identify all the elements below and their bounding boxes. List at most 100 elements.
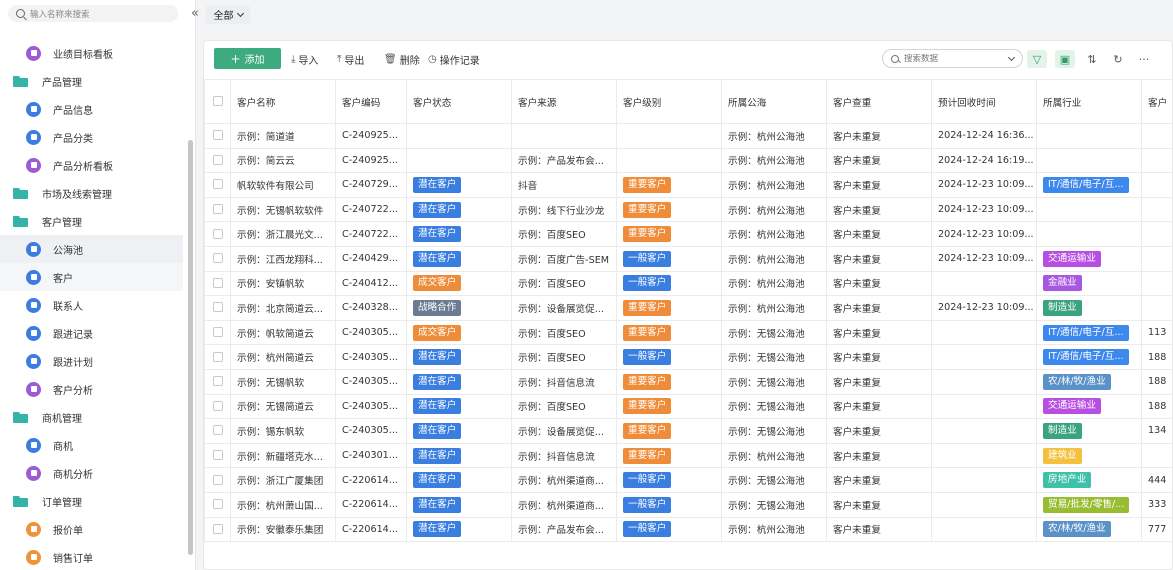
table-row[interactable]: 示例：无锡帆软软件 C-240722... 潜在客户 示例：线下行业沙龙 重要客户 示例：…: [204, 196, 1173, 223]
select-all-cell[interactable]: [204, 79, 231, 124]
sidebar-search-input[interactable]: 输入名称来搜索: [8, 5, 178, 22]
sidebar-group-5[interactable]: 市场及线索管理: [0, 179, 183, 207]
row-select-cell[interactable]: [204, 319, 231, 346]
row-checkbox[interactable]: [212, 179, 223, 190]
collapse-sidebar-button[interactable]: «: [188, 6, 202, 21]
row-select-cell[interactable]: [204, 368, 231, 395]
sidebar-group-13[interactable]: 商机管理: [0, 403, 183, 431]
table-row[interactable]: 示例：安镇帆软 C-240412... 成交客户 示例：百度SEO 一般客户 示例：杭州公…: [204, 270, 1173, 297]
row-checkbox[interactable]: [212, 351, 223, 362]
sidebar-item-15[interactable]: 商机分析: [0, 459, 183, 487]
table-row[interactable]: 示例：浙江晨光文... C-240722... 潜在客户 示例：百度SEO 重要客户 示例…: [204, 221, 1173, 247]
table-search[interactable]: [882, 49, 1023, 68]
more-icon[interactable]: ···: [1134, 50, 1154, 68]
row-checkbox[interactable]: [212, 228, 223, 239]
header-industry[interactable]: 所属行业: [1036, 79, 1142, 124]
row-checkbox[interactable]: [212, 425, 223, 436]
row-select-cell[interactable]: [204, 467, 231, 493]
delete-button[interactable]: 🗑 删除: [384, 52, 420, 67]
table-search-input[interactable]: [904, 53, 999, 64]
table-row[interactable]: 示例：北京简道云... C-240328... 战略合作 示例：设备展览促... 重要客…: [204, 295, 1173, 321]
header-customer-name[interactable]: 客户名称: [230, 79, 336, 124]
import-button[interactable]: ⤓ 导入: [291, 52, 318, 67]
sort-icon[interactable]: ⇅: [1082, 50, 1102, 68]
row-select-cell[interactable]: [204, 393, 231, 420]
sidebar-item-17[interactable]: 报价单: [0, 515, 183, 543]
sidebar-item-11[interactable]: 跟进计划: [0, 347, 183, 375]
row-checkbox[interactable]: [212, 130, 223, 141]
table-row[interactable]: 示例：杭州简道云 C-240305... 潜在客户 示例：百度SEO 一般客户 示例：无锡…: [204, 344, 1173, 370]
row-select-cell[interactable]: [204, 196, 231, 223]
operation-log-button[interactable]: ◷ 操作记录: [428, 52, 480, 67]
sidebar-item-7[interactable]: 公海池: [0, 235, 183, 263]
row-checkbox[interactable]: [212, 376, 223, 387]
header-customer-extra[interactable]: 客户: [1141, 79, 1173, 124]
sidebar-item-14[interactable]: 商机: [0, 431, 183, 459]
header-duplicate-check[interactable]: 客户查重: [826, 79, 932, 124]
row-checkbox[interactable]: [212, 523, 223, 534]
header-expected-recycle-time[interactable]: 预计回收时间: [931, 79, 1037, 124]
header-customer-code[interactable]: 客户编码: [335, 79, 407, 124]
cell-name: 示例：北京简道云...: [230, 295, 336, 321]
table-row[interactable]: 示例：浙江广厦集团 C-220614... 潜在客户 示例：杭州渠道商... 一般客户 示…: [204, 467, 1173, 493]
table-row[interactable]: 示例：杭州萧山国... C-220614... 潜在客户 示例：杭州渠道商... 一般客…: [204, 491, 1173, 518]
table-row[interactable]: 帆软软件有限公司 C-240729... 潜在客户 抖音 重要客户 示例：杭州公海池 客户未…: [204, 172, 1173, 198]
sidebar-item-9[interactable]: 联系人: [0, 291, 183, 319]
sidebar-group-1[interactable]: 产品管理: [0, 67, 183, 95]
header-public-pool[interactable]: 所属公海: [721, 79, 827, 124]
header-customer-source[interactable]: 客户来源: [511, 79, 617, 124]
filter-icon[interactable]: ▽: [1027, 50, 1047, 68]
sidebar-item-10[interactable]: 跟进记录: [0, 319, 183, 347]
sidebar-scrollbar[interactable]: [188, 140, 193, 555]
sidebar-item-8[interactable]: 客户: [0, 263, 183, 291]
table-row[interactable]: 示例：无锡帆软 C-240305... 潜在客户 示例：抖音信息流 重要客户 示例：无锡公…: [204, 368, 1173, 395]
cell-level: 重要客户: [616, 319, 722, 346]
table-row[interactable]: 示例：锡东帆软 C-240305... 潜在客户 示例：设备展览促... 重要客户 示例：…: [204, 418, 1173, 444]
row-select-cell[interactable]: [204, 123, 231, 149]
sidebar-item-18[interactable]: 销售订单: [0, 543, 183, 570]
row-checkbox[interactable]: [212, 499, 223, 510]
row-select-cell[interactable]: [204, 147, 231, 174]
row-checkbox[interactable]: [212, 253, 223, 264]
row-select-cell[interactable]: [204, 491, 231, 518]
card-view-icon[interactable]: ▣: [1055, 50, 1075, 68]
row-checkbox[interactable]: [212, 154, 223, 165]
row-checkbox[interactable]: [212, 400, 223, 411]
add-button[interactable]: + 添加: [214, 48, 281, 69]
header-customer-level[interactable]: 客户级别: [616, 79, 722, 124]
sidebar-item-4[interactable]: 产品分析看板: [0, 151, 183, 179]
table-row[interactable]: 示例：新疆塔克水... C-240301... 潜在客户 示例：抖音信息流 重要客户 示例…: [204, 442, 1173, 469]
row-select-cell[interactable]: [204, 418, 231, 444]
sidebar-item-12[interactable]: 客户分析: [0, 375, 183, 403]
row-checkbox[interactable]: [212, 302, 223, 313]
table-row[interactable]: 示例：帆软简道云 C-240305... 成交客户 示例：百度SEO 重要客户 示例：无锡…: [204, 319, 1173, 346]
row-select-cell[interactable]: [204, 295, 231, 321]
table-row[interactable]: 示例：江西龙翔科... C-240429... 潜在客户 示例：百度广告-SEM 一般客…: [204, 245, 1173, 272]
row-select-cell[interactable]: [204, 344, 231, 370]
table-row[interactable]: 示例：简道道 C-240925... 示例：杭州公海池 客户未重复 2024-12-24…: [204, 123, 1173, 149]
export-button[interactable]: ⤒ 导出: [337, 52, 364, 67]
table-row[interactable]: 示例：安徽泰乐集团 C-220614... 潜在客户 示例：产品发布会... 一般客户 示…: [204, 516, 1173, 543]
sidebar-group-16[interactable]: 订单管理: [0, 487, 183, 515]
row-select-cell[interactable]: [204, 270, 231, 297]
table-row[interactable]: 示例：无锡简道云 C-240305... 潜在客户 示例：百度SEO 重要客户 示例：无锡…: [204, 393, 1173, 420]
row-select-cell[interactable]: [204, 442, 231, 469]
row-checkbox[interactable]: [212, 474, 223, 485]
refresh-icon[interactable]: ↻: [1108, 50, 1128, 68]
row-select-cell[interactable]: [204, 172, 231, 198]
view-filter-dropdown[interactable]: 全部: [206, 5, 250, 24]
table-row[interactable]: 示例：简云云 C-240925... 示例：产品发布会... 示例：杭州公海池 客户未重…: [204, 147, 1173, 174]
row-select-cell[interactable]: [204, 516, 231, 543]
row-checkbox[interactable]: [212, 327, 223, 338]
header-customer-status[interactable]: 客户状态: [406, 79, 512, 124]
sidebar-item-3[interactable]: 产品分类: [0, 123, 183, 151]
sidebar-group-6[interactable]: 客户管理: [0, 207, 183, 235]
row-checkbox[interactable]: [212, 450, 223, 461]
row-checkbox[interactable]: [212, 277, 223, 288]
row-checkbox[interactable]: [212, 204, 223, 215]
row-select-cell[interactable]: [204, 245, 231, 272]
row-select-cell[interactable]: [204, 221, 231, 247]
sidebar-item-2[interactable]: 产品信息: [0, 95, 183, 123]
sidebar-item-0[interactable]: 业绩目标看板: [0, 39, 183, 67]
select-all-checkbox[interactable]: [212, 96, 223, 106]
